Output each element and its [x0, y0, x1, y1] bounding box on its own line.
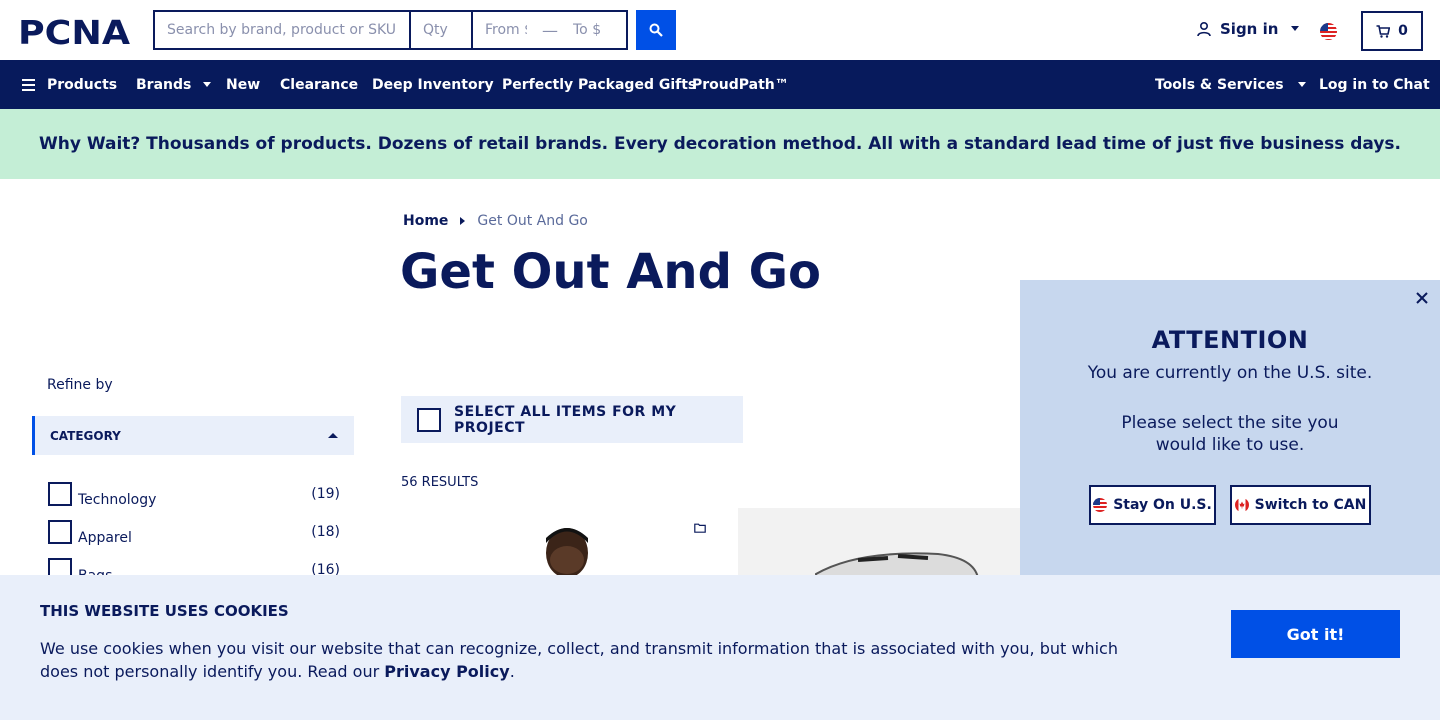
chevron-down-icon [1291, 26, 1300, 31]
site-selection-modal: ATTENTION You are currently on the U.S. … [1020, 280, 1440, 580]
stay-on-us-button[interactable]: Stay On U.S. [1089, 485, 1216, 525]
nav-new-label: New [226, 76, 261, 93]
breadcrumb-home[interactable]: Home [403, 213, 448, 229]
close-icon[interactable] [1414, 290, 1430, 306]
search-bar: — [153, 10, 628, 50]
nav-proudpath[interactable]: ProudPath™ [692, 60, 789, 109]
us-flag-icon [1093, 498, 1108, 512]
nav-clearance[interactable]: Clearance [280, 60, 358, 109]
page-title: Get Out And Go [400, 244, 822, 300]
modal-heading: ATTENTION [1151, 326, 1309, 354]
nav-deep-inventory[interactable]: Deep Inventory [372, 60, 494, 109]
category-label[interactable]: Technology [78, 492, 311, 508]
cart-icon [1376, 24, 1391, 38]
modal-current-site-text: You are currently on the U.S. site. [1087, 363, 1373, 383]
breadcrumb-current: Get Out And Go [477, 213, 588, 229]
chevron-right-icon [460, 217, 466, 225]
nav-brands[interactable]: Brands [136, 60, 212, 109]
price-from-input[interactable] [473, 12, 539, 48]
select-all-toggle[interactable]: SELECT ALL ITEMS FOR MY PROJECT [401, 396, 743, 443]
chevron-up-icon [328, 433, 338, 438]
promo-text: Why Wait? Thousands of products. Dozens … [38, 134, 1402, 154]
chevron-down-icon [203, 82, 212, 87]
breadcrumb: Home Get Out And Go [403, 213, 588, 229]
nav-new[interactable]: New [226, 60, 260, 109]
cookie-title: THIS WEBSITE USES COOKIES [40, 602, 289, 620]
nav-clearance-label: Clearance [280, 76, 359, 93]
category-checkbox[interactable] [48, 482, 72, 506]
folder-icon[interactable] [694, 523, 706, 533]
nav-brands-label: Brands [136, 76, 192, 93]
chevron-down-icon [1297, 82, 1306, 87]
results-count: 56 RESULTS [401, 475, 479, 490]
select-all-checkbox[interactable] [417, 407, 441, 432]
nav-products-label: Products [47, 76, 118, 93]
nav-products[interactable]: Products [22, 60, 117, 109]
category-count: (19) [311, 486, 340, 502]
hamburger-icon [22, 78, 35, 91]
category-filter-toggle[interactable]: CATEGORY [32, 416, 354, 455]
modal-prompt-text: Please select the site you would like to… [1121, 413, 1339, 455]
nav-deep-inventory-label: Deep Inventory [372, 76, 494, 93]
quantity-input[interactable] [411, 12, 473, 48]
cart-button[interactable]: 0 [1361, 11, 1423, 51]
price-to-input[interactable] [561, 12, 621, 48]
nav-chat[interactable]: Log in to Chat [1319, 60, 1430, 109]
top-header: PCNA — Sign in [0, 0, 1440, 60]
cookie-text-end: . [509, 662, 515, 681]
cookie-body-text: We use cookies when you visit our websit… [40, 639, 1118, 681]
promo-banner: Why Wait? Thousands of products. Dozens … [0, 109, 1440, 179]
cart-count: 0 [1398, 23, 1408, 39]
stay-on-us-label: Stay On U.S. [1113, 497, 1212, 513]
category-label[interactable]: Apparel [78, 530, 311, 546]
nav-chat-label: Log in to Chat [1319, 76, 1430, 93]
switch-to-can-label: Switch to CAN [1254, 497, 1367, 513]
privacy-policy-link[interactable]: Privacy Policy [384, 662, 509, 681]
nav-gifts[interactable]: Perfectly Packaged Gifts [502, 60, 696, 109]
sign-in-label: Sign in [1220, 20, 1279, 38]
category-heading: CATEGORY [50, 428, 121, 443]
category-checkbox[interactable] [48, 520, 72, 544]
search-icon [649, 23, 663, 37]
main-navigation: Products Brands New Clearance Deep Inven… [0, 60, 1440, 109]
us-flag-icon[interactable] [1320, 23, 1337, 40]
search-input[interactable] [155, 12, 411, 48]
cookie-text: We use cookies when you visit our websit… [40, 637, 1130, 683]
category-count: (18) [311, 524, 340, 540]
category-option: Technology (19) [48, 481, 340, 508]
search-button[interactable] [636, 10, 676, 50]
accept-cookies-button[interactable]: Got it! [1231, 610, 1400, 658]
pcna-logo[interactable]: PCNA [18, 15, 136, 47]
nav-gifts-label: Perfectly Packaged Gifts [502, 76, 697, 93]
nav-proudpath-label: ProudPath™ [692, 76, 789, 93]
category-option: Apparel (18) [48, 519, 340, 546]
nav-tools-label: Tools & Services [1155, 76, 1284, 93]
switch-to-can-button[interactable]: Switch to CAN [1230, 485, 1371, 525]
logo-text: PCNA [18, 15, 131, 47]
accept-cookies-label: Got it! [1286, 624, 1345, 644]
price-range-dash: — [542, 20, 558, 40]
nav-tools-services[interactable]: Tools & Services [1155, 60, 1306, 109]
sign-in-button[interactable]: Sign in [1196, 20, 1300, 38]
select-all-label: SELECT ALL ITEMS FOR MY PROJECT [454, 403, 677, 436]
refine-by-label: Refine by [47, 377, 113, 393]
canada-flag-icon [1234, 498, 1249, 512]
cookie-banner: THIS WEBSITE USES COOKIES We use cookies… [0, 575, 1440, 720]
user-icon [1197, 21, 1211, 37]
